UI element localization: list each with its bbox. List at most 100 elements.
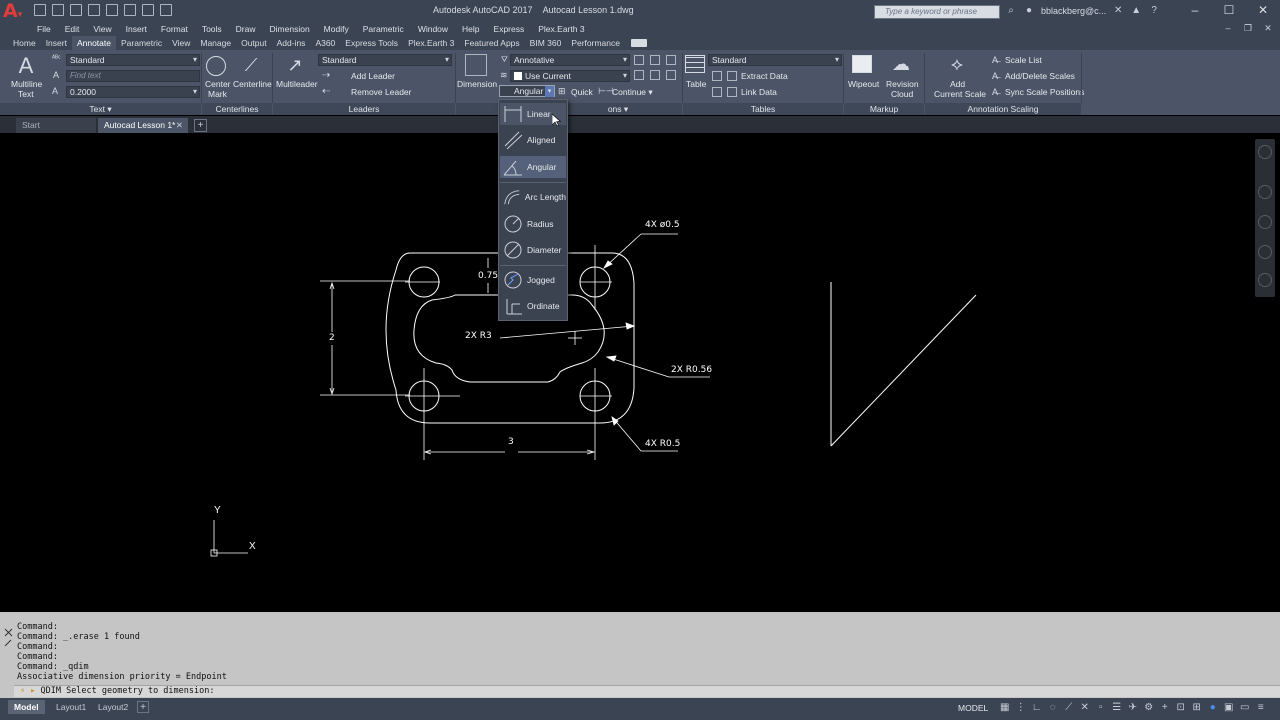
menu-draw[interactable]: Draw <box>236 22 256 36</box>
user-icon[interactable]: ● <box>1023 5 1035 17</box>
drawing-close-icon[interactable]: ✕ <box>1262 22 1274 34</box>
clean-screen-icon[interactable]: ▭ <box>1239 702 1250 713</box>
save-as-icon[interactable] <box>88 4 100 16</box>
center-mark-icon[interactable] <box>206 56 226 76</box>
continue-dim-button[interactable]: Continue ▾ <box>612 87 653 98</box>
new-file-icon[interactable] <box>34 4 46 16</box>
tab-add-ins[interactable]: Add-ins <box>272 36 311 50</box>
showmotion-icon[interactable] <box>1258 273 1272 287</box>
add-layout-icon[interactable]: + <box>137 701 149 713</box>
dimension-icon[interactable] <box>465 54 487 76</box>
dim-tool-icon-3[interactable] <box>666 55 676 65</box>
user-name[interactable]: bblackberg@c... <box>1041 6 1106 16</box>
minimize-icon[interactable]: – <box>1178 0 1212 22</box>
isolate-objects-icon[interactable]: ● <box>1207 702 1218 713</box>
dropdown-item-jogged[interactable]: Jogged <box>500 269 566 291</box>
table-tool-icon-1[interactable] <box>712 71 722 81</box>
tab-parametric[interactable]: Parametric <box>116 36 167 50</box>
steering-wheel-icon[interactable] <box>1258 145 1272 159</box>
annotation-monitor-icon[interactable]: + <box>1159 702 1170 713</box>
menu-dimension[interactable]: Dimension <box>270 22 310 36</box>
polar-icon[interactable]: ◌ <box>1047 702 1058 713</box>
isodraft-icon[interactable]: ⟋ <box>1063 702 1074 713</box>
link-data-button[interactable]: Link Data <box>741 87 777 97</box>
revision-cloud-icon[interactable]: ☁ <box>890 53 912 75</box>
command-window-close-icon[interactable] <box>3 620 14 650</box>
centerline-label[interactable]: Centerline <box>233 79 272 89</box>
table-style-select[interactable]: Standard <box>708 54 842 66</box>
dropdown-item-aligned[interactable]: Aligned <box>500 129 566 151</box>
autocad-logo-icon[interactable]: A▾ <box>3 1 27 21</box>
tab-express-tools[interactable]: Express Tools <box>340 36 403 50</box>
tab-view[interactable]: View <box>167 36 195 50</box>
table-tool-icon-2[interactable] <box>712 87 722 97</box>
menu-window[interactable]: Window <box>418 22 448 36</box>
hardware-acceleration-icon[interactable]: ▣ <box>1223 702 1234 713</box>
leaders-panel-title[interactable]: Leaders <box>273 103 455 115</box>
help-icon[interactable]: ? <box>1148 5 1160 17</box>
orbit-icon[interactable] <box>1258 245 1272 259</box>
dropdown-item-ordinate[interactable]: Ordinate <box>500 295 566 317</box>
maximize-icon[interactable]: ☐ <box>1212 0 1246 22</box>
redo-icon[interactable] <box>142 4 154 16</box>
add-delete-scales-button[interactable]: Add/Delete Scales <box>1005 71 1075 81</box>
dropdown-item-angular[interactable]: Angular <box>500 156 566 178</box>
find-text-input[interactable]: Find text <box>66 70 200 82</box>
exchange-icon[interactable]: ✕ <box>1112 5 1124 17</box>
tab-manage[interactable]: Manage <box>195 36 236 50</box>
units-icon[interactable]: ⊡ <box>1175 702 1186 713</box>
dimensions-panel-title[interactable]: ons ▾ <box>456 103 682 115</box>
center-mark-label[interactable]: Center <box>205 79 231 89</box>
workspace-dropdown-icon[interactable] <box>160 4 172 16</box>
add-current-scale-label[interactable]: Add <box>950 79 965 89</box>
menu-format[interactable]: Format <box>161 22 188 36</box>
open-file-icon[interactable] <box>52 4 64 16</box>
tab-annotate[interactable]: Annotate <box>71 36 116 50</box>
dim-tool-icon-6[interactable] <box>666 70 676 80</box>
dropdown-item-arc-length[interactable]: Arc Length <box>500 186 566 208</box>
close-tab-icon[interactable]: ✕ <box>176 118 183 133</box>
snap-icon[interactable]: ⋮ <box>1015 702 1026 713</box>
multileader-icon[interactable]: ↗ <box>284 54 306 76</box>
add-current-scale-icon[interactable]: ⟡ <box>946 53 968 75</box>
menu-plex-earth[interactable]: Plex.Earth 3 <box>538 22 584 36</box>
tab-bim-360[interactable]: BIM 360 <box>525 36 567 50</box>
center-mark-label-2[interactable]: Mark <box>208 89 227 99</box>
drawing-canvas[interactable]: 0.75 2 3 4X ø0.5 2X R3 2X R0.56 4X R0.5 … <box>0 133 1280 611</box>
customization-menu-icon[interactable]: ≡ <box>1255 702 1266 713</box>
annotation-scale-icon[interactable]: ✈ <box>1127 702 1138 713</box>
help-search-input[interactable]: Type a keyword or phrase <box>874 5 1000 19</box>
new-tab-icon[interactable]: + <box>194 119 207 132</box>
menu-express[interactable]: Express <box>494 22 525 36</box>
wipeout-icon[interactable] <box>852 55 872 73</box>
revision-cloud-label-2[interactable]: Cloud <box>891 89 913 99</box>
ortho-icon[interactable]: ∟ <box>1031 702 1042 713</box>
lineweight-icon[interactable]: ☰ <box>1111 702 1122 713</box>
tab-performance[interactable]: Performance <box>566 36 625 50</box>
table-icon[interactable] <box>685 55 705 73</box>
binoculars-icon[interactable]: ⌕ <box>1005 5 1017 17</box>
menu-insert[interactable]: Insert <box>126 22 147 36</box>
sync-scale-positions-button[interactable]: Sync Scale Positions <box>1005 87 1084 97</box>
tab-plex-earth[interactable]: Plex.Earth 3 <box>403 36 459 50</box>
layout-tab-model[interactable]: Model <box>8 700 45 714</box>
undo-icon[interactable] <box>124 4 136 16</box>
multiline-text-icon[interactable]: A <box>14 54 38 78</box>
ribbon-minimize-toggle-icon[interactable] <box>631 39 647 47</box>
dim-tool-icon-1[interactable] <box>634 55 644 65</box>
multiline-text-label[interactable]: Multiline <box>11 79 42 89</box>
command-line-input[interactable]: ⚡ ▸ QDIM Select geometry to dimension: <box>14 685 1280 697</box>
doc-tab-active[interactable]: Autocad Lesson 1* ✕ <box>98 118 188 133</box>
drawing-restore-icon[interactable]: ❐ <box>1242 22 1254 34</box>
scale-list-button[interactable]: Scale List <box>1005 55 1042 65</box>
multileader-label[interactable]: Multileader <box>276 79 318 89</box>
object-snap-tracking-icon[interactable]: ✕ <box>1079 702 1090 713</box>
plot-icon[interactable] <box>106 4 118 16</box>
tables-panel-title[interactable]: Tables <box>683 103 843 115</box>
layout-tab-layout2[interactable]: Layout2 <box>92 700 134 714</box>
menu-help[interactable]: Help <box>462 22 479 36</box>
extract-data-button[interactable]: Extract Data <box>741 71 788 81</box>
drawing-geometry[interactable] <box>0 133 1280 611</box>
tab-output[interactable]: Output <box>236 36 272 50</box>
model-space-toggle[interactable]: MODEL <box>958 703 988 713</box>
